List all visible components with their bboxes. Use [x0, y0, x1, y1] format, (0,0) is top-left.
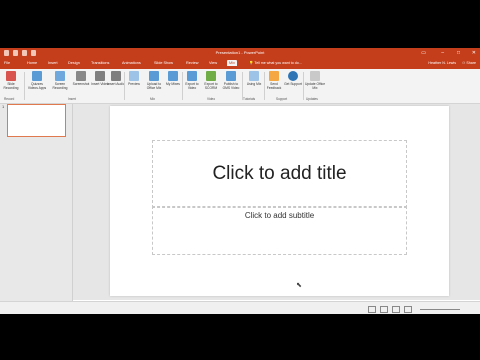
subtitle-placeholder-text: Click to add subtitle	[244, 211, 315, 220]
tell-me-search[interactable]: 💡 Tell me what you want to do...	[249, 61, 302, 65]
normal-view-icon[interactable]	[368, 306, 376, 313]
get-support-button[interactable]: Get Support	[282, 71, 304, 86]
publish-icon	[226, 71, 236, 81]
quizzes-videos-apps-button[interactable]: Quizzes Videos Apps	[26, 71, 48, 90]
reading-view-icon[interactable]	[392, 306, 400, 313]
preview-button[interactable]: Preview	[123, 71, 145, 86]
slide-show-icon[interactable]	[404, 306, 412, 313]
record-icon	[6, 71, 16, 81]
ribbon-tabs: File Home Insert Design Transitions Anim…	[0, 59, 480, 69]
slide: Click to add title Click to add subtitle	[110, 106, 449, 296]
subtitle-placeholder[interactable]: Click to add subtitle	[152, 206, 407, 255]
group-label-updates: Updates	[306, 97, 318, 101]
export-video-icon	[187, 71, 197, 81]
tab-animations[interactable]: Animations	[122, 61, 141, 65]
share-button[interactable]: ⚇ Share	[462, 61, 476, 65]
audio-icon	[111, 71, 121, 81]
help-mix-icon	[249, 71, 259, 81]
quiz-icon	[32, 71, 42, 81]
maximize-icon[interactable]: □	[457, 49, 460, 57]
share-label: Share	[466, 61, 476, 65]
screenshot-icon	[76, 71, 86, 81]
ribbon: Slide Recording Quizzes Videos Apps Scre…	[0, 69, 480, 104]
screen-recording-button[interactable]: Screen Recording	[49, 71, 71, 90]
title-placeholder[interactable]: Click to add title	[152, 140, 407, 208]
update-icon	[310, 71, 320, 81]
mouse-cursor-icon: ⬉	[296, 282, 302, 289]
support-icon	[288, 71, 298, 81]
publish-to-oms-video-button[interactable]: Publish to OMS Video	[220, 71, 242, 90]
using-mix-button[interactable]: Using Mix	[243, 71, 265, 86]
tab-home[interactable]: Home	[27, 61, 37, 65]
restore-icon[interactable]: ▭	[421, 49, 426, 57]
status-bar	[0, 301, 480, 314]
lightbulb-icon: 💡	[249, 61, 254, 65]
group-separator	[24, 72, 25, 100]
slide-recording-button[interactable]: Slide Recording	[0, 71, 22, 90]
tab-view[interactable]: View	[209, 61, 217, 65]
preview-icon	[129, 71, 139, 81]
feedback-icon	[269, 71, 279, 81]
group-label-record: Record	[4, 97, 15, 101]
group-label-mix: Mix	[150, 97, 155, 101]
upload-icon	[149, 71, 159, 81]
tab-design[interactable]: Design	[68, 61, 80, 65]
account-name[interactable]: Heather N. Lewis	[428, 61, 456, 65]
share-icon: ⚇	[462, 61, 466, 65]
group-label-support: Support	[276, 97, 288, 101]
group-label-video: Video	[207, 97, 216, 101]
title-bar: Presentation1 - PowerPoint ▭ – □ ✕	[0, 48, 480, 59]
tab-review[interactable]: Review	[186, 61, 198, 65]
tab-mix[interactable]: Mix	[227, 60, 237, 66]
tab-insert[interactable]: Insert	[48, 61, 58, 65]
minimize-icon[interactable]: –	[441, 49, 444, 57]
slide-sorter-icon[interactable]	[380, 306, 388, 313]
mixes-icon	[168, 71, 178, 81]
title-placeholder-text: Click to add title	[212, 163, 347, 184]
group-label-insert: Insert	[68, 97, 76, 101]
slide-thumbnail[interactable]	[7, 104, 66, 137]
export-to-scorm-button[interactable]: Export to SCORM	[200, 71, 222, 90]
tab-transitions[interactable]: Transitions	[91, 61, 109, 65]
screen-record-icon	[55, 71, 65, 81]
video-icon	[95, 71, 105, 81]
tell-me-text: Tell me what you want to do...	[254, 61, 302, 65]
window-title: Presentation1 - PowerPoint	[215, 50, 265, 55]
slide-number: 1	[2, 104, 5, 109]
zoom-slider[interactable]	[420, 309, 460, 310]
tab-slide-show[interactable]: Slide Show	[154, 61, 173, 65]
group-label-tutorials: Tutorials	[243, 97, 256, 101]
close-icon[interactable]: ✕	[472, 49, 476, 57]
tab-file[interactable]: File	[4, 61, 10, 65]
scorm-icon	[206, 71, 216, 81]
update-office-mix-button[interactable]: Update Office Mix	[304, 71, 326, 90]
